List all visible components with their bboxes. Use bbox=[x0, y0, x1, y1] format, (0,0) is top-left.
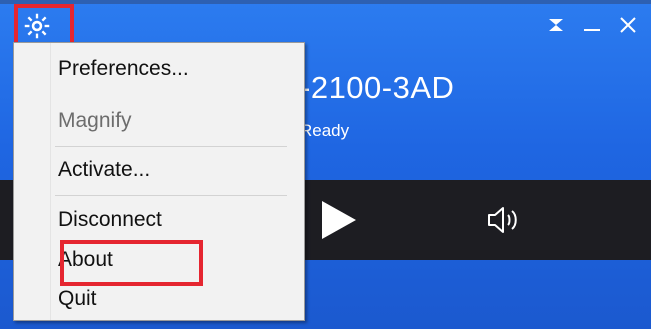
menu-item-about[interactable]: About bbox=[58, 248, 113, 272]
menu-item-quit[interactable]: Quit bbox=[58, 287, 97, 311]
menu-item-activate[interactable]: Activate... bbox=[58, 158, 150, 182]
gear-icon[interactable] bbox=[23, 12, 51, 40]
volume-button[interactable] bbox=[486, 204, 526, 236]
minimize-button[interactable] bbox=[579, 12, 605, 38]
top-strip bbox=[0, 0, 651, 4]
minimize-icon bbox=[584, 29, 600, 31]
window-controls bbox=[543, 10, 641, 40]
collapse-icon bbox=[549, 19, 563, 31]
menu-gutter bbox=[14, 43, 51, 320]
device-title: -2100-3AD bbox=[300, 70, 455, 105]
app-window: -2100-3AD Ready Preferences... Magnify A… bbox=[0, 0, 651, 329]
collapse-button[interactable] bbox=[543, 12, 569, 38]
volume-icon bbox=[488, 207, 517, 233]
settings-menu bbox=[13, 42, 305, 321]
play-icon bbox=[322, 201, 356, 239]
menu-separator bbox=[55, 146, 287, 147]
close-button[interactable] bbox=[615, 12, 641, 38]
play-button[interactable] bbox=[318, 199, 358, 241]
menu-item-preferences[interactable]: Preferences... bbox=[58, 57, 189, 81]
status-text: Ready bbox=[300, 121, 350, 140]
menu-item-magnify: Magnify bbox=[58, 109, 132, 132]
close-icon bbox=[620, 17, 636, 33]
menu-separator bbox=[55, 195, 287, 196]
menu-item-disconnect[interactable]: Disconnect bbox=[58, 208, 162, 232]
